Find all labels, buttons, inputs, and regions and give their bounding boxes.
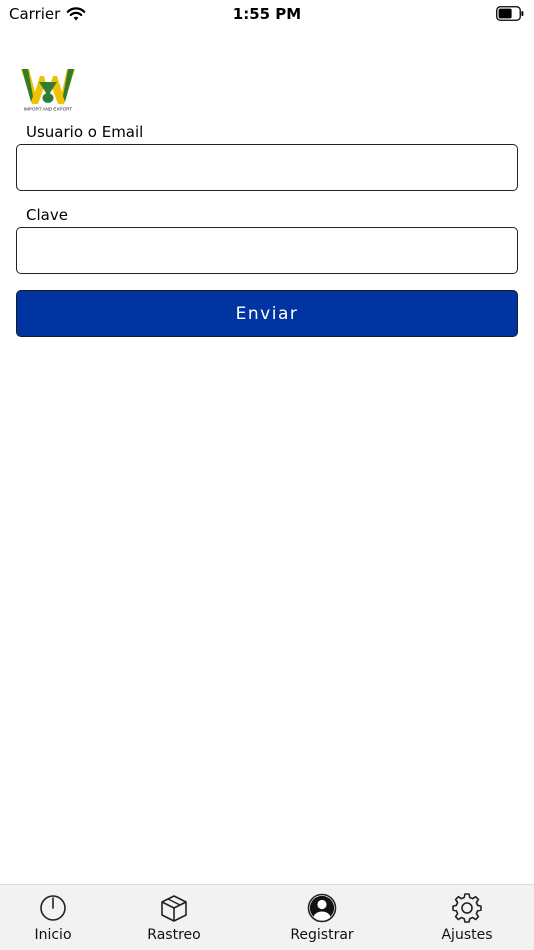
username-label: Usuario o Email xyxy=(26,123,144,141)
username-input[interactable] xyxy=(16,144,518,191)
power-icon xyxy=(40,895,66,921)
tab-inicio-label: Inicio xyxy=(34,927,72,943)
company-logo: IMPORT AND EXPORT xyxy=(21,69,75,112)
tab-ajustes-label: Ajustes xyxy=(441,927,493,943)
package-icon xyxy=(161,895,187,922)
tab-rastreo-label: Rastreo xyxy=(147,927,201,943)
login-screen: Carrier 1:55 PM IMPORT AND EXPORT Usuari… xyxy=(0,0,534,950)
tab-registrar[interactable]: Registrar xyxy=(282,885,362,950)
password-label: Clave xyxy=(26,206,68,224)
tab-ajustes[interactable]: Ajustes xyxy=(432,885,502,950)
battery-icon xyxy=(496,6,524,21)
tab-rastreo[interactable]: Rastreo xyxy=(139,885,209,950)
status-bar: Carrier 1:55 PM xyxy=(0,0,534,30)
clock: 1:55 PM xyxy=(232,5,302,23)
tab-inicio[interactable]: Inicio xyxy=(23,885,83,950)
logo-caption: IMPORT AND EXPORT xyxy=(24,107,73,112)
submit-button[interactable]: Enviar xyxy=(16,290,518,337)
tab-registrar-label: Registrar xyxy=(290,927,354,943)
gear-icon xyxy=(452,893,482,923)
tab-bar: Inicio Rastreo Registrar Ajustes xyxy=(0,884,534,950)
user-avatar-icon xyxy=(307,893,337,923)
password-input[interactable] xyxy=(16,227,518,274)
